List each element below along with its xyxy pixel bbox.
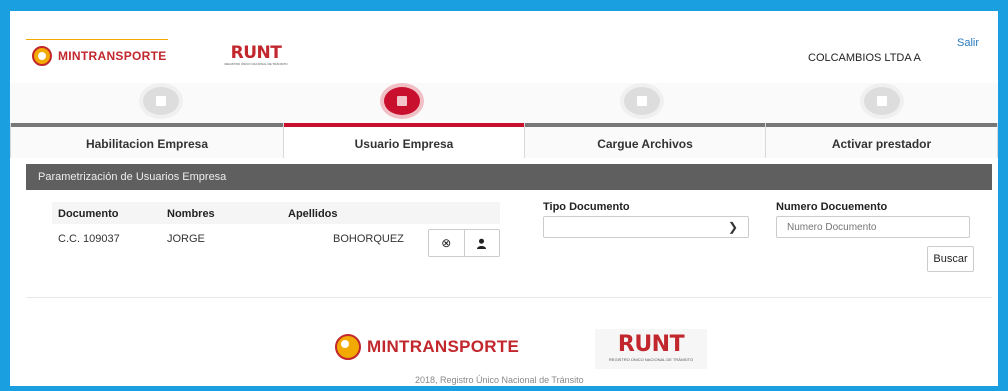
document-icon	[637, 96, 647, 106]
tab-activar-prestador[interactable]: Activar prestador	[765, 123, 998, 158]
content-divider	[26, 297, 992, 298]
footer-mintransporte-logo: MINTRANSPORTE	[335, 334, 519, 360]
buscar-button[interactable]: Buscar	[927, 246, 974, 272]
tipo-documento-select[interactable]: ❯	[543, 216, 749, 238]
panel-title: Parametrización de Usuarios Empresa	[26, 164, 992, 190]
step-icon-habilitacion[interactable]	[143, 87, 179, 115]
app-window: MINTRANSPORTE RUNT REGISTRO ÚNICO NACION…	[10, 11, 998, 386]
column-header-documento: Documento	[58, 208, 119, 220]
company-name: COLCAMBIOS LTDA A	[808, 52, 921, 64]
logout-link[interactable]: Salir	[957, 37, 979, 49]
header-accent-line	[26, 39, 168, 40]
column-header-apellidos: Apellidos	[288, 208, 338, 220]
tab-usuario-empresa[interactable]: Usuario Empresa	[283, 123, 524, 158]
column-header-nombres: Nombres	[167, 208, 215, 220]
cell-nombres: JORGE	[167, 233, 205, 245]
runt-logo-subtitle: REGISTRO ÚNICO NACIONAL DE TRÁNSITO	[224, 62, 288, 66]
row-actions: ⊗	[428, 229, 500, 257]
numero-documento-input[interactable]	[776, 216, 970, 238]
document-icon	[156, 96, 166, 106]
footer-runt-logo-text: RUNT	[617, 332, 685, 357]
tipo-documento-label: Tipo Documento	[543, 201, 630, 213]
footer-runt-logo: RUNT REGISTRO ÚNICO NACIONAL DE TRÁNSITO	[595, 329, 707, 369]
copyright-text: 2018, Registro Único Nacional de Tránsit…	[415, 375, 584, 385]
view-user-button[interactable]	[463, 230, 500, 256]
circle-x-icon: ⊗	[441, 236, 452, 250]
runt-logo-text: RUNT	[230, 43, 282, 63]
cell-documento: C.C. 109037	[58, 233, 120, 245]
step-icon-cargue[interactable]	[624, 87, 660, 115]
runt-logo: RUNT REGISTRO ÚNICO NACIONAL DE TRÁNSITO	[220, 45, 292, 67]
cell-apellidos: BOHORQUEZ	[333, 233, 404, 245]
chevron-down-icon: ❯	[727, 220, 738, 234]
footer-runt-logo-subtitle: REGISTRO ÚNICO NACIONAL DE TRÁNSITO	[608, 357, 694, 362]
numero-documento-label: Numero Docuemento	[776, 201, 888, 213]
tab-cargue-archivos[interactable]: Cargue Archivos	[524, 123, 765, 158]
tab-habilitacion-empresa[interactable]: Habilitacion Empresa	[10, 123, 283, 158]
document-icon	[877, 96, 887, 106]
user-icon	[477, 238, 487, 249]
step-icon-usuario[interactable]	[384, 87, 420, 115]
mintransporte-emblem-icon	[335, 334, 361, 360]
mintransporte-logo: MINTRANSPORTE	[32, 46, 167, 66]
table-header-bar	[52, 202, 500, 224]
remove-user-button[interactable]: ⊗	[429, 230, 464, 256]
step-icon-activar[interactable]	[864, 87, 900, 115]
mintransporte-emblem-icon	[32, 46, 52, 66]
document-icon	[397, 96, 407, 106]
